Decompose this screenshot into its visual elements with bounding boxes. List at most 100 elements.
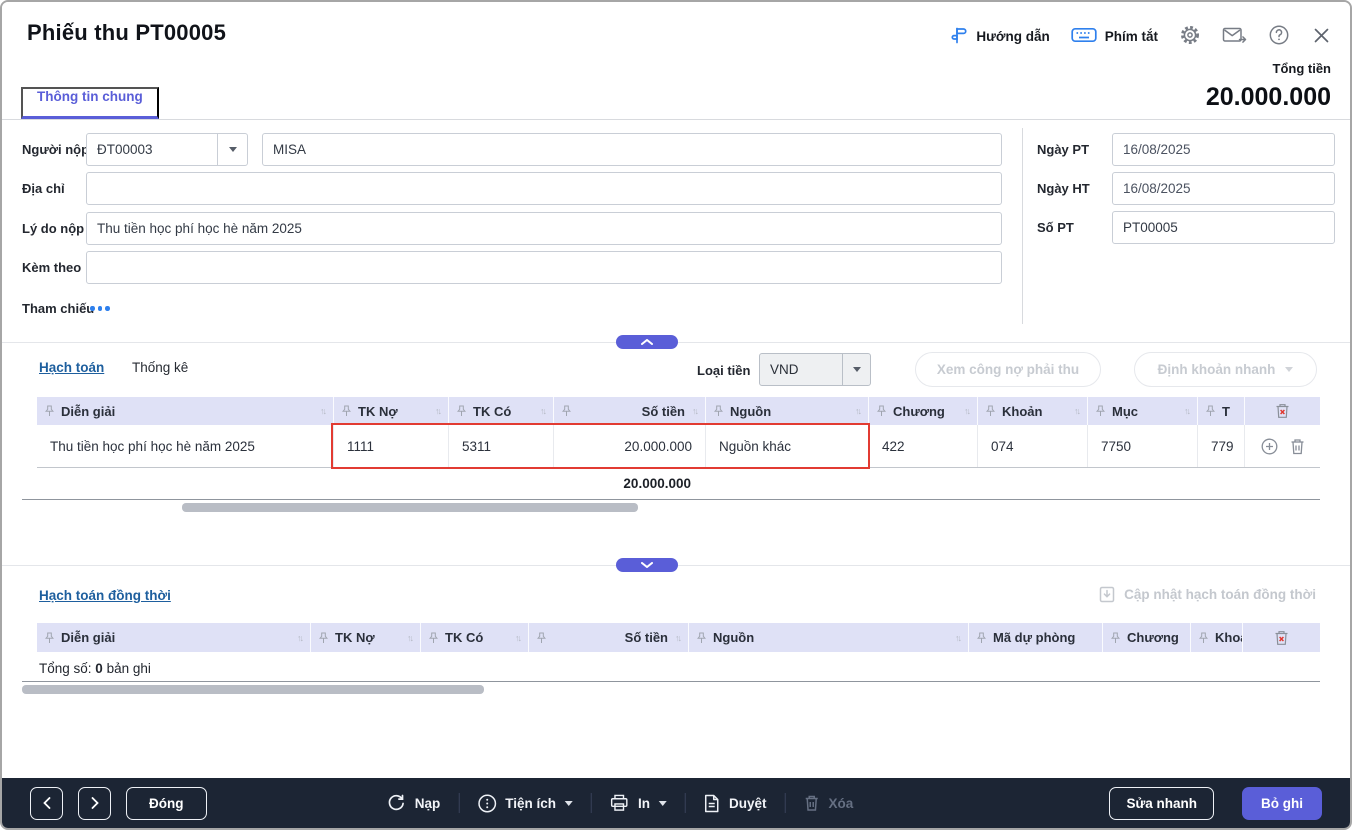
- pin-icon: [562, 405, 571, 417]
- utilities-icon: [477, 794, 496, 813]
- col-chuong[interactable]: Chương↑↓: [868, 397, 977, 425]
- chevron-down-icon: [641, 562, 653, 568]
- col-tk-no[interactable]: TK Nợ↑↓: [333, 397, 448, 425]
- collapse-up-button[interactable]: [616, 335, 678, 349]
- close-button[interactable]: [1311, 25, 1332, 49]
- currency-select[interactable]: VND: [759, 353, 871, 386]
- pin-icon: [537, 632, 546, 644]
- ngay-pt-field[interactable]: 16/08/2025: [1112, 133, 1335, 166]
- col-so-tien[interactable]: Số tiền↑↓: [528, 623, 688, 652]
- col-dien-giai[interactable]: Diễn giải↑↓: [37, 623, 310, 652]
- currency-value: VND: [760, 362, 842, 377]
- col-dien-giai[interactable]: Diễn giải↑↓: [37, 397, 333, 425]
- cell-tk-co[interactable]: 5311: [448, 425, 553, 467]
- pin-icon: [977, 632, 986, 644]
- tab-hach-toan[interactable]: Hạch toán: [39, 360, 104, 375]
- keyboard-icon: [1071, 26, 1097, 47]
- col-khoan[interactable]: Khoản↑↓: [977, 397, 1087, 425]
- table-row: Thu tiền học phí học hè năm 2025 1111 53…: [37, 425, 1320, 468]
- delete-all-rows-button[interactable]: [1242, 623, 1320, 652]
- dia-chi-field[interactable]: [86, 172, 1002, 205]
- col-tk-co[interactable]: TK Có↑↓: [448, 397, 553, 425]
- delete-button[interactable]: Xóa: [804, 794, 854, 812]
- delete-row-button[interactable]: [1290, 438, 1305, 455]
- so-pt-field[interactable]: PT00005: [1112, 211, 1335, 244]
- guide-button[interactable]: Hướng dẫn: [949, 26, 1049, 48]
- col-khoan[interactable]: Khoản: [1190, 623, 1242, 652]
- unpost-button[interactable]: Bỏ ghi: [1242, 787, 1322, 820]
- cell-tk-no[interactable]: 1111: [333, 425, 448, 467]
- print-button[interactable]: In: [610, 794, 667, 812]
- reload-button[interactable]: Nạp: [387, 794, 441, 813]
- trash-x-icon: [1275, 403, 1290, 419]
- tab-thong-tin-chung[interactable]: Thông tin chung: [21, 87, 159, 119]
- cell-so-tien[interactable]: 20.000.000: [553, 425, 705, 467]
- col-tk-co[interactable]: TK Có↑↓: [420, 623, 528, 652]
- footer-divider: [685, 793, 686, 813]
- nguoi-nop-name-field[interactable]: MISA: [262, 133, 1002, 166]
- update-simultaneous-button[interactable]: Cập nhật hạch toán đồng thời: [1099, 586, 1316, 603]
- approve-button[interactable]: Duyệt: [704, 794, 767, 813]
- send-mail-button[interactable]: [1222, 25, 1247, 48]
- chevron-up-icon: [641, 339, 653, 345]
- utilities-button[interactable]: Tiện ích: [477, 794, 573, 813]
- quick-edit-button[interactable]: Sửa nhanh: [1109, 787, 1214, 820]
- nguoi-nop-combo[interactable]: ĐT00003: [86, 133, 248, 166]
- kem-theo-field[interactable]: [86, 251, 1002, 284]
- shortcuts-button[interactable]: Phím tắt: [1071, 26, 1158, 47]
- cell-khoan[interactable]: 074: [977, 425, 1087, 467]
- cell-muc[interactable]: 7750: [1087, 425, 1197, 467]
- simultaneous-bottom-line: [22, 681, 1320, 682]
- col-chuong[interactable]: Chương: [1102, 623, 1190, 652]
- cell-chuong[interactable]: 422: [868, 425, 977, 467]
- ly-do-nop-field[interactable]: Thu tiền học phí học hè năm 2025: [86, 212, 1002, 245]
- col-nguon[interactable]: Nguồn↑↓: [688, 623, 968, 652]
- page-title: Phiếu thu PT00005: [27, 20, 226, 46]
- total-amount-value: 20.000.000: [1206, 83, 1331, 112]
- sort-icon: ↑↓: [1074, 406, 1079, 416]
- ngay-pt-label: Ngày PT: [1037, 133, 1089, 166]
- sum-so-tien: 20.000.000: [37, 476, 705, 491]
- tab-thong-ke[interactable]: Thống kê: [132, 360, 188, 375]
- scrollbar-thumb[interactable]: [182, 503, 638, 512]
- row-actions: [1244, 425, 1320, 467]
- chevron-down-icon: [659, 801, 667, 806]
- view-receivables-button[interactable]: Xem công nợ phải thu: [915, 352, 1101, 387]
- kem-theo-label: Kèm theo: [22, 251, 81, 284]
- cell-dien-giai[interactable]: Thu tiền học phí học hè năm 2025: [37, 425, 333, 467]
- titlebar: Phiếu thu PT00005 Hướng dẫn Phím tắt: [2, 2, 1350, 120]
- quick-entry-button[interactable]: Định khoản nhanh: [1134, 352, 1317, 387]
- form-area: Người nộp ĐT00003 MISA Địa chỉ Lý do nộp…: [2, 120, 1350, 342]
- plus-circle-icon: [1261, 438, 1278, 455]
- col-nguon[interactable]: Nguồn↑↓: [705, 397, 868, 425]
- tham-chieu-ellipsis-icon[interactable]: [90, 306, 110, 311]
- help-icon: [1268, 24, 1290, 49]
- approve-label: Duyệt: [729, 796, 767, 811]
- collapse-down-button[interactable]: [616, 558, 678, 572]
- col-so-tien[interactable]: Số tiền↑↓: [553, 397, 705, 425]
- pin-icon: [319, 632, 328, 644]
- close-voucher-button[interactable]: Đóng: [126, 787, 207, 820]
- nguoi-nop-dropdown-arrow[interactable]: [217, 134, 247, 165]
- gear-icon: [1179, 24, 1201, 49]
- currency-label: Loại tiền: [697, 363, 750, 378]
- help-button[interactable]: [1268, 24, 1290, 49]
- col-ma-du-phong[interactable]: Mã dự phòng: [968, 623, 1102, 652]
- col-tk-no[interactable]: TK Nợ↑↓: [310, 623, 420, 652]
- scrollbar-thumb[interactable]: [22, 685, 484, 694]
- add-row-button[interactable]: [1261, 438, 1278, 455]
- settings-button[interactable]: [1179, 24, 1201, 49]
- view-receivables-label: Xem công nợ phải thu: [937, 362, 1079, 377]
- so-pt-label: Số PT: [1037, 211, 1074, 244]
- cell-t[interactable]: 779: [1197, 425, 1244, 467]
- col-muc[interactable]: Mục↑↓: [1087, 397, 1197, 425]
- ngay-ht-field[interactable]: 16/08/2025: [1112, 172, 1335, 205]
- prev-record-button[interactable]: [30, 787, 63, 820]
- hach-toan-dong-thoi-link[interactable]: Hạch toán đồng thời: [39, 588, 171, 603]
- delete-all-rows-button[interactable]: [1244, 397, 1320, 425]
- total-amount-label: Tổng tiền: [1273, 61, 1332, 76]
- cell-nguon[interactable]: Nguồn khác: [705, 425, 868, 467]
- next-record-button[interactable]: [78, 787, 111, 820]
- col-t[interactable]: T: [1197, 397, 1244, 425]
- nguoi-nop-label: Người nộp: [22, 133, 89, 166]
